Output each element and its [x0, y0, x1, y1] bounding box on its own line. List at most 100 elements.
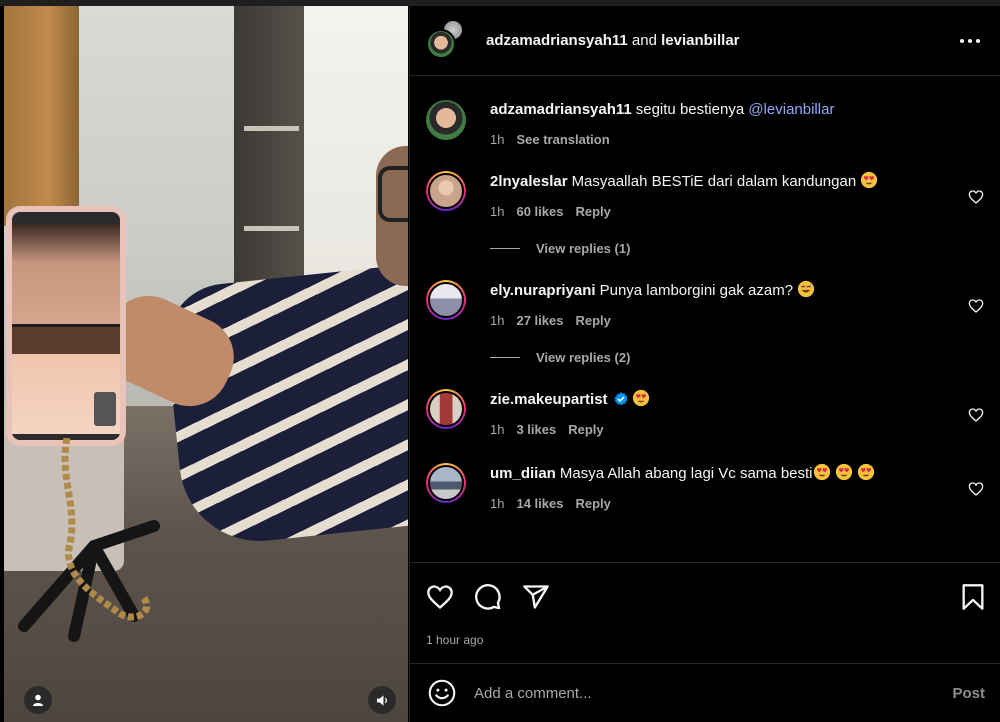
comment-body: um_diian Masya Allah abang lagi Vc sama b… — [490, 463, 984, 511]
comment-username[interactable]: zie.makeupartist — [490, 391, 608, 408]
comment-like-icon[interactable] — [968, 298, 984, 314]
see-translation-button[interactable]: See translation — [516, 132, 609, 147]
heart-eyes-emoji-icon — [835, 463, 852, 481]
comment-item: ely.nurapriyani Punya lamborgini gak azam… — [426, 280, 984, 328]
view-replies-line — [490, 248, 520, 249]
add-comment-bar: Post — [410, 663, 1000, 722]
comment-like-icon[interactable] — [968, 189, 984, 205]
author-username[interactable]: adzamadriansyah11 — [486, 32, 628, 49]
comment-likes[interactable]: 3 likes — [516, 422, 556, 437]
action-row — [426, 577, 985, 617]
user-tag-button[interactable] — [24, 686, 52, 714]
caption-text-line: adzamadriansyah11 segitu bestienya @levia… — [490, 100, 948, 120]
caption: adzamadriansyah11 segitu bestienya @levia… — [426, 100, 984, 147]
comment-time[interactable]: 1h — [490, 313, 504, 328]
view-replies-line — [490, 357, 520, 358]
media-phone-chain — [61, 438, 150, 621]
post-actions: 1 hour ago — [410, 562, 1000, 647]
heart-eyes-emoji-icon — [632, 389, 649, 407]
collab-username[interactable]: levianbillar — [661, 32, 739, 49]
heart-eyes-emoji-icon — [861, 171, 878, 189]
header-usernames: adzamadriansyah11 and levianbillar — [486, 32, 958, 49]
header-avatar[interactable] — [426, 18, 464, 59]
comment-meta: 1h 14 likes Reply — [490, 496, 948, 511]
comment-body: ely.nurapriyani Punya lamborgini gak azam… — [490, 280, 984, 328]
reply-button[interactable]: Reply — [575, 496, 610, 511]
comment-body: zie.makeupartist 1h 3 likes Reply — [490, 389, 984, 437]
save-button[interactable] — [945, 577, 985, 617]
comment-time[interactable]: 1h — [490, 496, 504, 511]
media-phone-screen — [12, 212, 120, 440]
reply-button[interactable]: Reply — [568, 422, 603, 437]
comment-like-icon[interactable] — [968, 407, 984, 423]
comments-list[interactable]: adzamadriansyah11 segitu bestienya @levia… — [410, 76, 1000, 581]
media-shelf-board — [244, 226, 299, 231]
media-person-glasses — [378, 166, 408, 222]
comment-input[interactable] — [474, 684, 953, 702]
user-icon — [33, 694, 43, 706]
comment-meta: 1h 27 likes Reply — [490, 313, 948, 328]
post-button[interactable]: Post — [952, 685, 985, 702]
media-person-shirt — [161, 263, 408, 549]
smiley-icon[interactable] — [428, 679, 456, 707]
comment-text: Masya Allah abang lagi Vc sama besti — [559, 465, 813, 482]
caption-body: adzamadriansyah11 segitu bestienya @levia… — [490, 100, 984, 147]
heart-eyes-emoji-icon — [857, 463, 874, 481]
share-icon — [523, 585, 549, 609]
heart-icon — [427, 585, 453, 610]
comment-like-icon[interactable] — [968, 481, 984, 497]
comment-likes[interactable]: 27 likes — [516, 313, 563, 328]
post-header: adzamadriansyah11 and levianbillar — [410, 6, 1000, 76]
view-replies-button[interactable]: View replies (2) — [490, 350, 984, 365]
comment-meta: 1h 3 likes Reply — [490, 422, 948, 437]
more-options-button[interactable] — [958, 29, 982, 53]
media-phone — [6, 206, 126, 446]
caption-username[interactable]: adzamadriansyah11 — [490, 101, 632, 118]
post-media[interactable] — [4, 6, 408, 722]
comment-likes[interactable]: 14 likes — [516, 496, 563, 511]
comment-avatar[interactable] — [426, 171, 466, 211]
comment-icon — [475, 584, 501, 610]
comment-text-line: ely.nurapriyani Punya lamborgini gak azam… — [490, 280, 948, 301]
comment-text: Masyaallah BESTiE dari dalam kandungan — [571, 173, 857, 190]
grinning-sweat-emoji-icon — [798, 280, 815, 298]
like-button[interactable] — [426, 577, 466, 617]
comment-item: um_diian Masya Allah abang lagi Vc sama b… — [426, 463, 984, 511]
heart-eyes-emoji-icon — [813, 463, 830, 481]
speaker-icon — [376, 694, 387, 706]
caption-time[interactable]: 1h — [490, 132, 504, 147]
comment-text-line: um_diian Masya Allah abang lagi Vc sama b… — [490, 463, 948, 484]
comment-avatar[interactable] — [426, 280, 466, 320]
and-text: and — [631, 32, 657, 49]
comment-username[interactable]: ely.nurapriyani — [490, 282, 596, 299]
reply-button[interactable]: Reply — [575, 204, 610, 219]
share-button[interactable] — [522, 577, 562, 617]
comment-likes[interactable]: 60 likes — [516, 204, 563, 219]
caption-meta: 1h See translation — [490, 132, 948, 147]
comment-time[interactable]: 1h — [490, 204, 504, 219]
comment-username[interactable]: um_diian — [490, 465, 556, 482]
media-videocall-face — [12, 224, 120, 334]
media-door-frame — [4, 6, 79, 226]
caption-avatar[interactable] — [426, 100, 466, 140]
media-videocall-pip — [94, 392, 116, 426]
comment-text-line: zie.makeupartist — [490, 389, 948, 410]
comment-time[interactable]: 1h — [490, 422, 504, 437]
more-horizontal-icon — [960, 38, 980, 43]
media-shelf-board — [244, 126, 299, 131]
caption-mention[interactable]: @levianbillar — [748, 101, 834, 118]
comment-button[interactable] — [474, 577, 514, 617]
comment-text-line: 2lnyaleslar Masyaallah BESTiE dari dalam … — [490, 171, 948, 192]
comment-username[interactable]: 2lnyaleslar — [490, 173, 568, 190]
bookmark-icon — [962, 584, 984, 610]
comment-body: 2lnyaleslar Masyaallah BESTiE dari dalam … — [490, 171, 984, 219]
view-replies-label: View replies (2) — [536, 350, 631, 365]
sound-toggle-button[interactable] — [368, 686, 396, 714]
comment-avatar[interactable] — [426, 389, 466, 429]
comment-item: zie.makeupartist 1h 3 likes Reply — [426, 389, 984, 437]
post-timestamp[interactable]: 1 hour ago — [426, 633, 985, 647]
view-replies-label: View replies (1) — [536, 241, 631, 256]
view-replies-button[interactable]: View replies (1) — [490, 241, 984, 256]
reply-button[interactable]: Reply — [575, 313, 610, 328]
comment-avatar[interactable] — [426, 463, 466, 503]
